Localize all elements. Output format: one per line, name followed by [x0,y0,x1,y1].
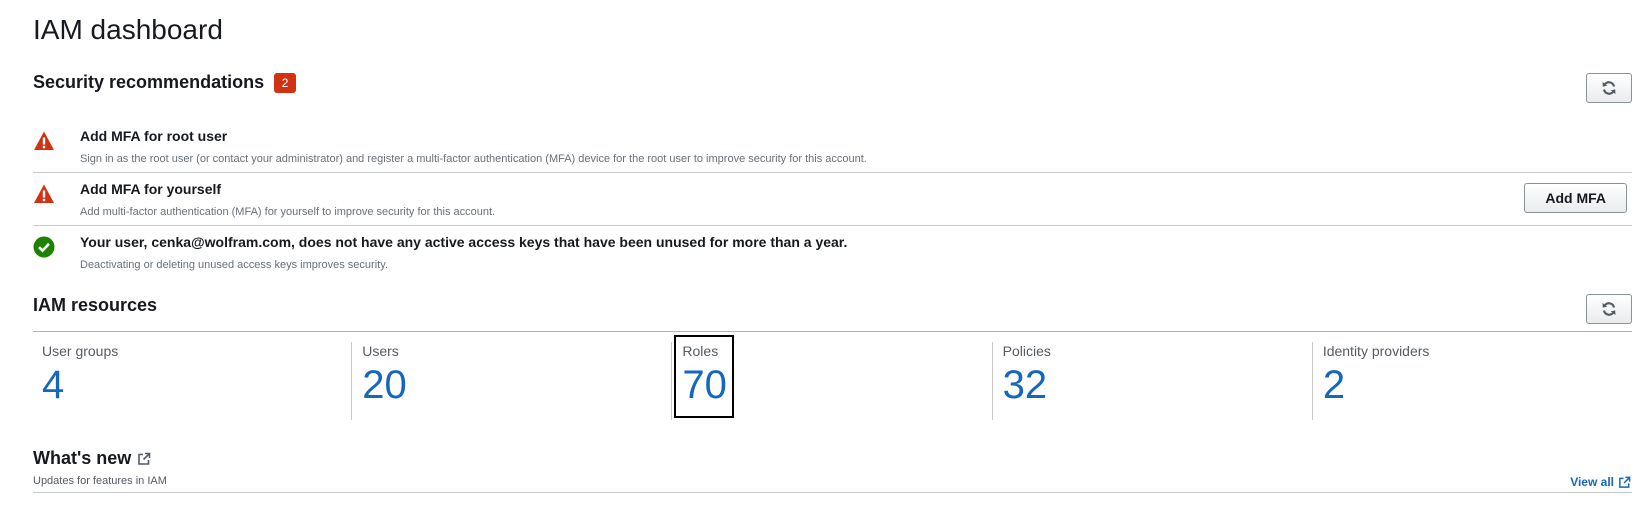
resource-count[interactable]: 70 [682,363,991,407]
resource-count[interactable]: 4 [42,363,351,407]
resource-count[interactable]: 20 [362,363,671,407]
page-title: IAM dashboard [33,14,223,45]
check-circle-icon [33,236,55,258]
resources-grid: User groups 4 Users 20 Roles 70 Policies… [33,335,1632,420]
resource-label: Roles [682,343,719,359]
resource-label: Identity providers [1322,343,1430,359]
recommendation-item: Add MFA for root user Sign in as the roo… [33,120,1632,173]
recommendations-count-badge: 2 [274,72,297,93]
resource-label: Users [362,343,399,359]
resource-label: User groups [42,343,119,359]
refresh-icon [1602,81,1616,95]
whats-new-header[interactable]: What's new [33,448,151,469]
external-link-icon [138,452,151,465]
warning-icon [34,131,54,150]
resource-user-groups[interactable]: User groups 4 [33,342,351,420]
resources-refresh-button[interactable] [1586,294,1632,324]
resource-count[interactable]: 2 [1323,363,1632,407]
recommendation-title: Add MFA for yourself [80,181,222,197]
section-divider [33,331,1632,332]
resource-users[interactable]: Users 20 [351,342,671,420]
recommendations-list: Add MFA for root user Sign in as the roo… [33,120,1632,279]
iam-resources-title: IAM resources [33,295,158,315]
recommendation-item: Add MFA for yourself Add multi-factor au… [33,173,1632,226]
iam-dashboard-page: IAM dashboard Security recommendations 2… [0,0,1641,527]
view-all-label[interactable]: View all [1570,475,1614,489]
add-mfa-button[interactable]: Add MFA [1524,183,1627,213]
security-recommendations-header: Security recommendations 2 [33,72,297,93]
refresh-icon [1602,302,1616,316]
resource-count[interactable]: 32 [1003,363,1312,407]
recommendation-item: Your user, cenka@wolfram.com, does not h… [33,226,1632,279]
recommendation-title: Your user, cenka@wolfram.com, does not h… [80,234,848,250]
recommendation-description: Add multi-factor authentication (MFA) fo… [80,206,496,218]
resource-label: Policies [1002,343,1051,359]
recommendation-description: Deactivating or deleting unused access k… [80,259,388,271]
resource-policies[interactable]: Policies 32 [991,342,1312,420]
recommendation-title: Add MFA for root user [80,128,228,144]
section-divider [33,492,1632,493]
security-refresh-button[interactable] [1586,73,1632,103]
warning-icon [34,184,54,203]
resource-identity-providers[interactable]: Identity providers 2 [1311,342,1632,420]
resource-roles[interactable]: Roles 70 [671,335,991,420]
whats-new-title[interactable]: What's new [33,448,131,469]
external-link-icon [1619,476,1631,488]
security-recommendations-title: Security recommendations [33,72,265,92]
view-all-link[interactable]: View all [1570,475,1631,489]
recommendation-description: Sign in as the root user (or contact you… [80,153,867,165]
whats-new-subtitle: Updates for features in IAM [33,475,167,487]
iam-resources-header: IAM resources [33,295,157,316]
